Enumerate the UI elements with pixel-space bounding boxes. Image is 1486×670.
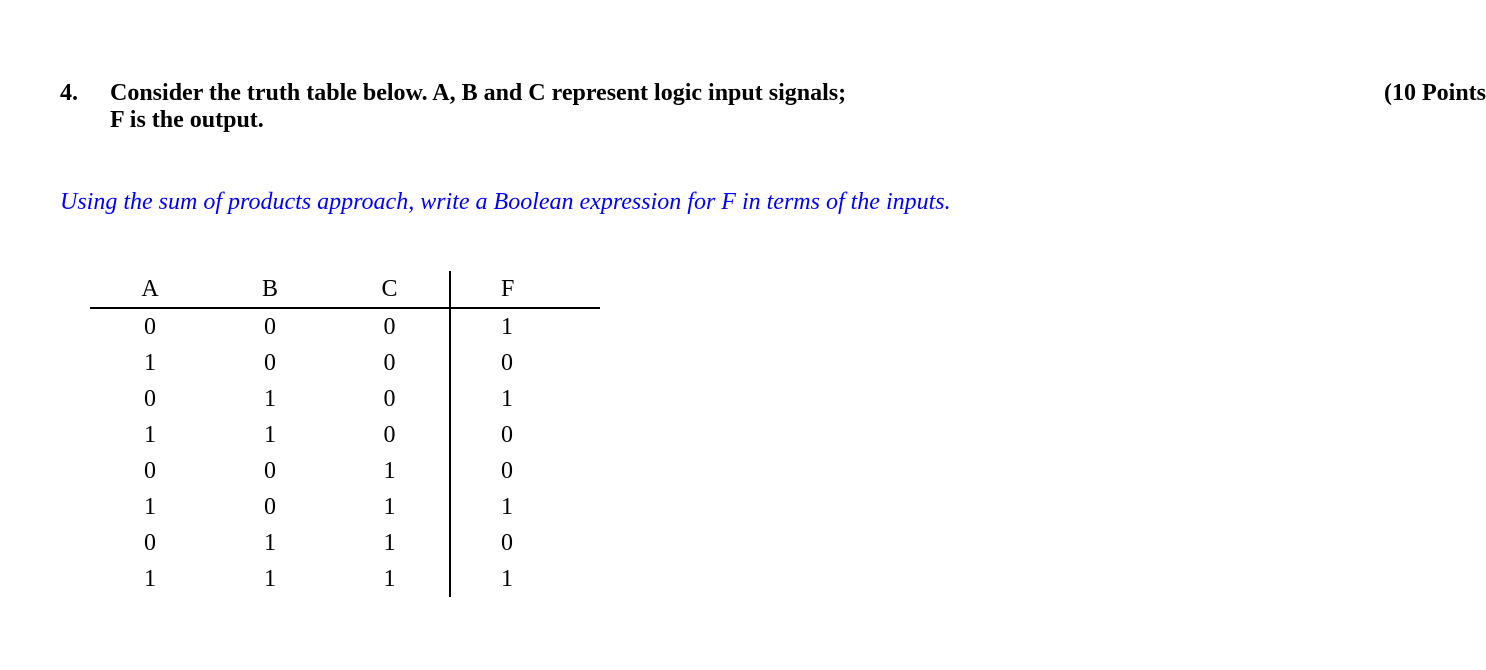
cell-b: 0 — [210, 489, 330, 525]
question-header: 4. Consider the truth table below. A, B … — [60, 80, 1486, 134]
cell-f: 1 — [450, 561, 600, 597]
question-number: 4. — [60, 80, 110, 107]
cell-b: 1 — [210, 381, 330, 417]
cell-a: 1 — [90, 561, 210, 597]
table-row: 1 1 0 0 — [90, 417, 600, 453]
cell-c: 1 — [330, 561, 450, 597]
cell-c: 0 — [330, 417, 450, 453]
cell-f: 0 — [450, 417, 600, 453]
cell-c: 0 — [330, 308, 450, 345]
col-header-f: F — [450, 271, 600, 308]
question-block: 4. Consider the truth table below. A, B … — [60, 80, 846, 134]
cell-a: 1 — [90, 417, 210, 453]
cell-a: 0 — [90, 525, 210, 561]
instruction-text: Using the sum of products approach, writ… — [60, 189, 1486, 216]
cell-f: 0 — [450, 345, 600, 381]
cell-f: 0 — [450, 525, 600, 561]
question-text-line1: Consider the truth table below. A, B and… — [110, 80, 846, 107]
cell-f: 1 — [450, 489, 600, 525]
points-label: (10 Points — [1384, 80, 1486, 107]
cell-c: 1 — [330, 453, 450, 489]
table-row: 1 0 0 0 — [90, 345, 600, 381]
cell-a: 1 — [90, 489, 210, 525]
cell-b: 0 — [210, 345, 330, 381]
cell-c: 1 — [330, 525, 450, 561]
col-header-a: A — [90, 271, 210, 308]
cell-a: 0 — [90, 381, 210, 417]
cell-a: 1 — [90, 345, 210, 381]
table-row: 1 1 1 1 — [90, 561, 600, 597]
cell-f: 0 — [450, 453, 600, 489]
table-header-row: A B C F — [90, 271, 600, 308]
cell-b: 1 — [210, 561, 330, 597]
table-row: 0 0 0 1 — [90, 308, 600, 345]
col-header-b: B — [210, 271, 330, 308]
question-text: Consider the truth table below. A, B and… — [110, 80, 846, 134]
cell-a: 0 — [90, 453, 210, 489]
table-row: 1 0 1 1 — [90, 489, 600, 525]
cell-b: 0 — [210, 308, 330, 345]
table-row: 0 0 1 0 — [90, 453, 600, 489]
table-row: 0 1 0 1 — [90, 381, 600, 417]
truth-table: A B C F 0 0 0 1 1 0 0 0 0 1 0 1 1 1 0 0 — [90, 271, 600, 597]
cell-c: 1 — [330, 489, 450, 525]
cell-a: 0 — [90, 308, 210, 345]
cell-c: 0 — [330, 381, 450, 417]
question-text-line2: F is the output. — [110, 107, 846, 134]
cell-f: 1 — [450, 308, 600, 345]
cell-b: 1 — [210, 525, 330, 561]
cell-b: 0 — [210, 453, 330, 489]
cell-b: 1 — [210, 417, 330, 453]
table-row: 0 1 1 0 — [90, 525, 600, 561]
cell-c: 0 — [330, 345, 450, 381]
cell-f: 1 — [450, 381, 600, 417]
col-header-c: C — [330, 271, 450, 308]
